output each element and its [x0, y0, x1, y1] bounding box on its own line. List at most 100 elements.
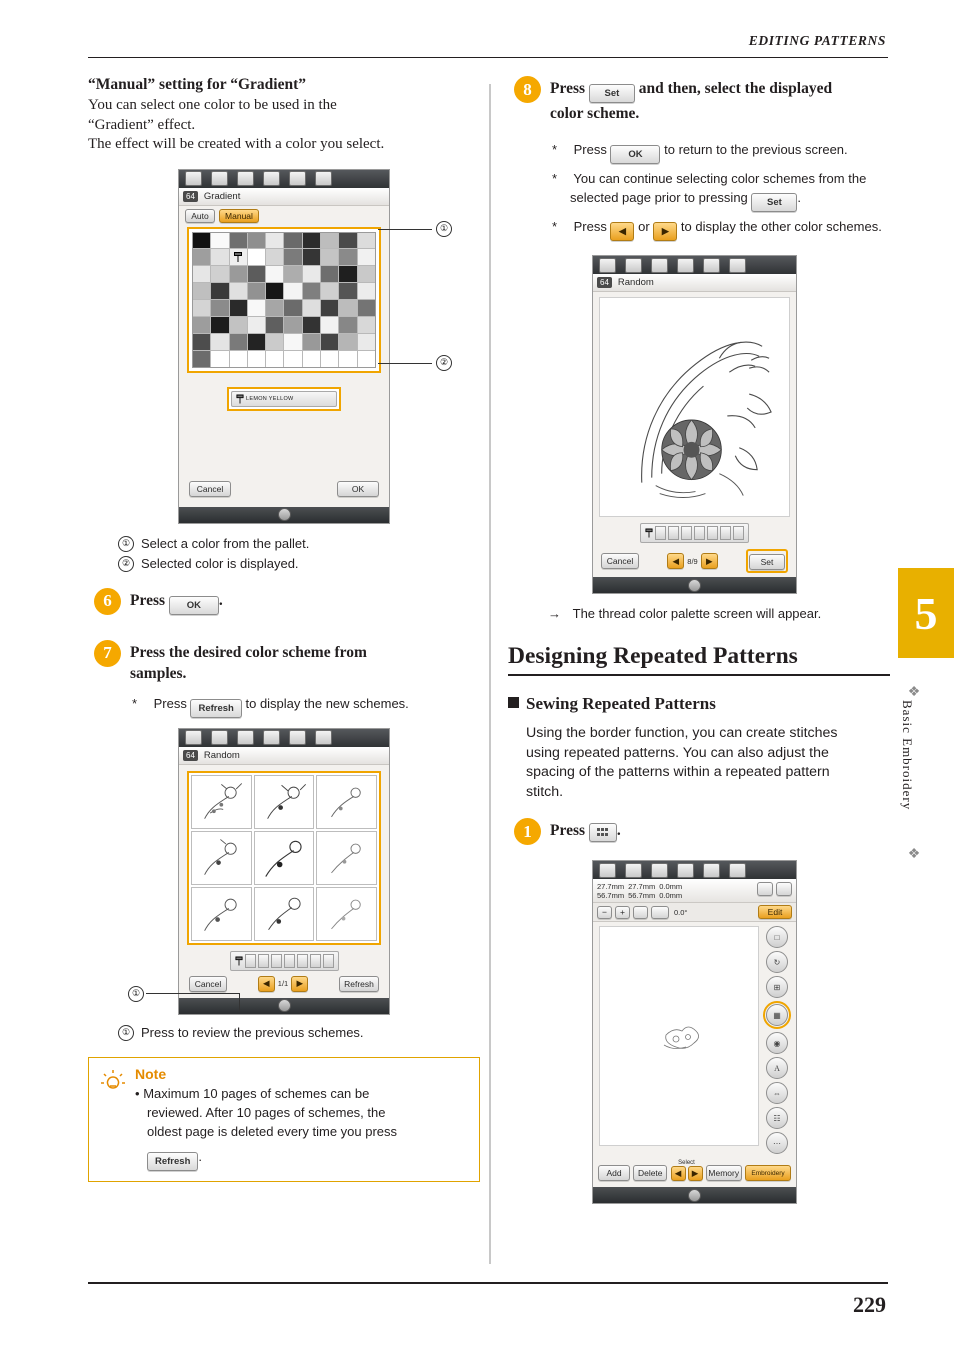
palette-swatch[interactable] — [266, 249, 284, 266]
palette-swatch[interactable] — [339, 283, 357, 300]
scheme-sample[interactable] — [316, 830, 377, 885]
thread-swatch[interactable] — [309, 953, 321, 968]
embroidery-canvas[interactable] — [599, 926, 759, 1146]
thread-color-strip[interactable] — [229, 950, 339, 971]
palette-swatch[interactable] — [193, 232, 211, 249]
needle-icon[interactable] — [677, 862, 694, 878]
pattern-preview-area[interactable] — [599, 297, 790, 517]
ok-key-chip[interactable]: OK — [610, 145, 661, 164]
palette-swatch[interactable] — [321, 232, 339, 249]
next-page-button[interactable]: ▶ — [291, 975, 309, 992]
palette-swatch[interactable] — [229, 317, 247, 334]
palette-swatch[interactable] — [193, 249, 211, 266]
scheme-sample[interactable] — [253, 774, 315, 829]
camera-icon[interactable] — [599, 862, 616, 878]
palette-swatch[interactable] — [302, 266, 321, 283]
set-button[interactable]: Set — [749, 554, 785, 570]
zoom-reset-button[interactable] — [633, 905, 648, 919]
scheme-sample[interactable] — [191, 830, 252, 885]
refresh-key-chip[interactable]: Refresh — [190, 698, 242, 718]
scheme-sample[interactable] — [253, 886, 315, 941]
prev-page-button[interactable]: ◀ — [257, 975, 275, 992]
palette-swatch[interactable] — [284, 350, 302, 367]
more-tool-button[interactable]: ⋯ — [766, 1132, 788, 1154]
palette-swatch[interactable] — [302, 350, 321, 367]
manual-mode-button[interactable]: Manual — [219, 208, 259, 223]
palette-swatch[interactable] — [357, 283, 375, 300]
needle-icon[interactable] — [263, 171, 280, 186]
palette-swatch[interactable] — [339, 249, 357, 266]
density-tool-button[interactable]: ☷ — [766, 1107, 788, 1129]
palette-swatch[interactable] — [302, 300, 321, 317]
palette-swatch[interactable] — [266, 300, 284, 317]
palette-swatch[interactable] — [229, 266, 247, 283]
palette-swatch[interactable] — [229, 283, 247, 300]
palette-swatch[interactable] — [321, 283, 339, 300]
cancel-button[interactable]: Cancel — [189, 480, 231, 497]
palette-swatch[interactable] — [266, 334, 284, 350]
set-key-chip[interactable]: Set — [588, 84, 635, 103]
palette-swatch[interactable] — [211, 283, 229, 300]
palette-swatch[interactable] — [211, 232, 229, 249]
palette-swatch[interactable] — [321, 350, 339, 367]
palette-swatch[interactable] — [357, 317, 375, 334]
scheme-sample-grid-frame[interactable] — [187, 770, 381, 945]
palette-swatch[interactable] — [284, 300, 302, 317]
zoom-in-button[interactable]: + — [615, 905, 630, 919]
palette-swatch[interactable] — [357, 300, 375, 317]
palette-swatch[interactable] — [229, 334, 247, 350]
lock-icon[interactable] — [289, 730, 306, 746]
palette-swatch[interactable] — [193, 350, 211, 367]
help-icon[interactable] — [237, 171, 254, 186]
palette-swatch[interactable] — [211, 350, 229, 367]
rotation-button[interactable] — [651, 905, 669, 919]
home-icon[interactable] — [315, 171, 332, 186]
border-tool-button[interactable]: ▦ — [766, 1004, 788, 1026]
delete-button[interactable]: Delete — [633, 1165, 668, 1181]
needle-icon[interactable] — [263, 730, 280, 746]
palette-swatch[interactable] — [247, 300, 266, 317]
lock-icon[interactable] — [289, 171, 306, 186]
help-icon[interactable] — [651, 862, 668, 878]
palette-swatch[interactable] — [339, 317, 357, 334]
scheme-sample[interactable] — [316, 886, 377, 941]
thread-swatch[interactable] — [257, 953, 269, 968]
embroidery-button[interactable]: Embroidery — [745, 1165, 791, 1181]
next-key-chip[interactable]: ▶ — [653, 222, 678, 241]
thread-swatch[interactable] — [322, 953, 334, 968]
palette-swatch[interactable] — [211, 317, 229, 334]
palette-swatch[interactable] — [193, 317, 211, 334]
help-icon[interactable] — [237, 730, 254, 746]
selected-color-chip[interactable]: LEMON YELLOW — [231, 390, 337, 407]
palette-swatch[interactable] — [284, 334, 302, 350]
thread-swatch[interactable] — [694, 526, 705, 540]
camera-icon[interactable] — [185, 730, 202, 746]
palette-swatch[interactable] — [302, 317, 321, 334]
cancel-button[interactable]: Cancel — [601, 553, 639, 569]
palette-swatch[interactable] — [211, 249, 229, 266]
scheme-sample[interactable] — [191, 886, 252, 941]
cancel-button[interactable]: Cancel — [189, 975, 227, 992]
border-key-chip[interactable] — [588, 823, 617, 842]
palette-swatch[interactable] — [247, 334, 266, 350]
lock-icon[interactable] — [703, 257, 720, 273]
color-tool-button[interactable]: ◉ — [766, 1032, 788, 1054]
lock-icon[interactable] — [703, 862, 720, 878]
palette-swatch[interactable] — [247, 232, 266, 249]
scheme-sample-grid[interactable] — [191, 774, 377, 941]
camera-icon[interactable] — [599, 257, 616, 273]
document-icon[interactable] — [625, 862, 642, 878]
palette-swatch[interactable] — [211, 300, 229, 317]
select-prev-button[interactable]: ◀ — [670, 1166, 686, 1181]
palette-swatch[interactable] — [247, 350, 266, 367]
help-icon[interactable] — [651, 257, 668, 273]
set-key-chip[interactable]: Set — [751, 193, 798, 212]
palette-swatch[interactable] — [266, 350, 284, 367]
palette-swatch[interactable] — [247, 249, 266, 266]
palette-swatch[interactable] — [266, 317, 284, 334]
size-tool-button[interactable]: □ — [766, 926, 788, 948]
color-palette-frame[interactable] — [187, 226, 381, 373]
needle-icon[interactable] — [677, 257, 694, 273]
palette-swatch[interactable] — [193, 300, 211, 317]
thread-swatch[interactable] — [655, 526, 666, 540]
